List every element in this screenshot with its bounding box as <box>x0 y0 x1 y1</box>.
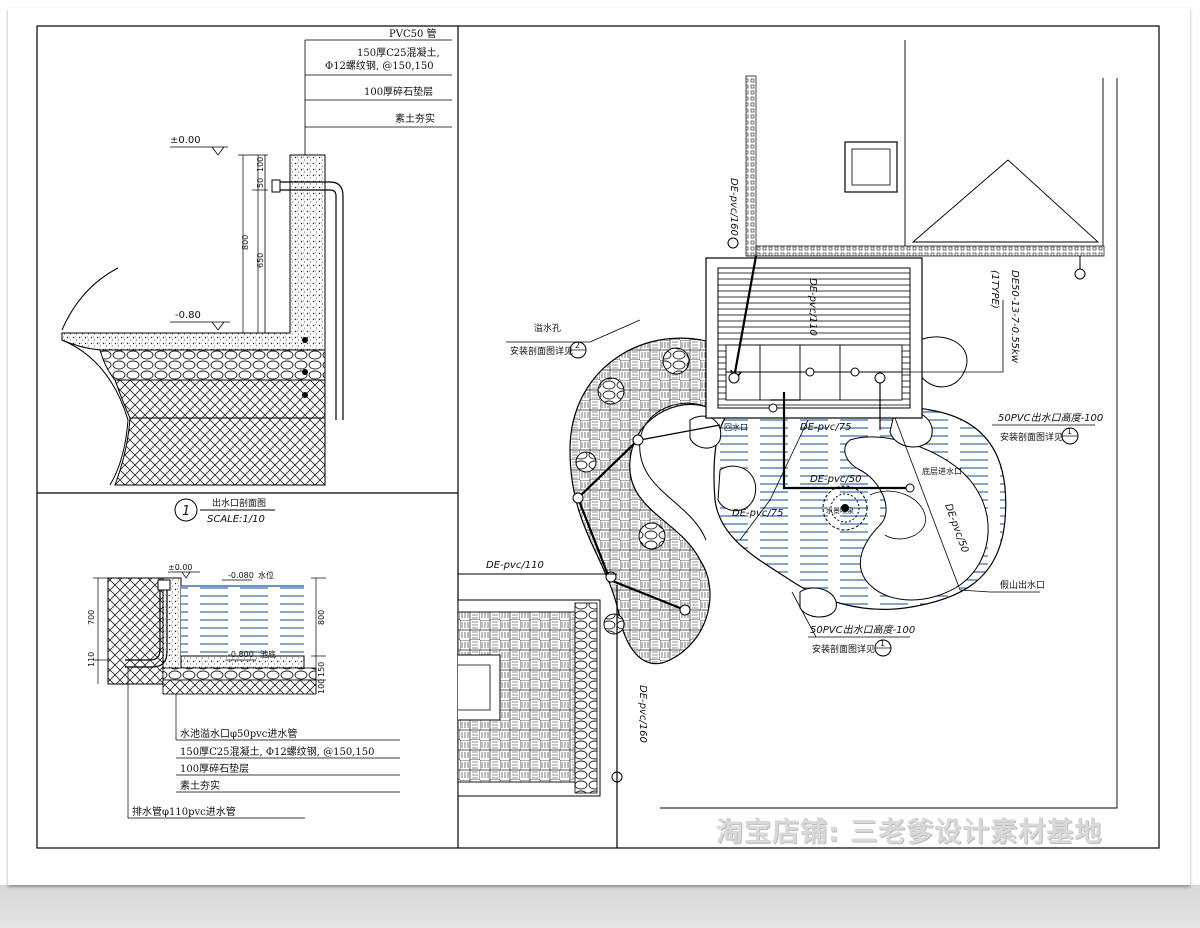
label-concrete-1: 150厚C25混凝土, <box>357 46 440 59</box>
outlet-label-1: 50PVC出水口高度-100 <box>998 412 1103 424</box>
dim-50-top: 50 <box>256 178 265 188</box>
pool-section-detail <box>93 571 400 819</box>
pond-plan <box>457 40 1118 848</box>
level-minus-top: -0.80 <box>175 310 201 321</box>
rockery-label: 假山出水口 <box>1000 579 1045 591</box>
label-gravel-bottom: 100厚碎石垫层 <box>180 762 249 775</box>
label-gravel: 100厚碎石垫层 <box>364 85 433 98</box>
detail-num-1a: 1 <box>1067 427 1072 436</box>
title-text: 出水口剖面图 <box>212 497 266 509</box>
label-drain: 排水管φ110pvc进水管 <box>132 805 236 818</box>
pipe-de110-mid: DE-pvc/110 <box>807 278 818 336</box>
outlet-label-2: 50PVC出水口高度-100 <box>810 624 915 636</box>
pump-label-1: DE50-13-7-0.55kw <box>1009 270 1020 364</box>
label-soil-bottom: 素土夯实 <box>180 779 220 792</box>
pipe-de75-b: DE-pvc/75 <box>732 508 783 519</box>
cad-drawing: PVC50 管 150厚C25混凝土, Φ12螺纹钢, @150,150 100… <box>36 25 1160 849</box>
dim-700: 700 <box>87 610 96 625</box>
level-zero-bottom: ±0.00 <box>168 563 193 572</box>
pipe-de75-a: DE-pvc/75 <box>800 422 851 433</box>
label-pvc-pipe: PVC50 管 <box>389 27 437 40</box>
title-number: 1 <box>182 504 190 519</box>
inlet-label-2: 回水口 <box>724 422 748 432</box>
detail-num-1b: 1 <box>880 639 885 648</box>
inlet-label: 底层进水口 <box>922 466 962 476</box>
watermark: 淘宝店铺: 三老爹设计素材基地 <box>716 817 1103 848</box>
pump-label-2: (1TYPE) <box>989 270 1000 309</box>
dim-150-bottom: 150 <box>317 662 326 677</box>
fountain-label: 水景喷泉 <box>826 506 854 515</box>
dim-800-top: 800 <box>241 235 250 250</box>
dim-800-bottom: 800 <box>317 610 326 625</box>
pipe-de50-b: DE-pvc/50 <box>810 474 861 485</box>
bottom-label: 池底 <box>260 649 276 659</box>
pipe-de160-top: DE-pvc/160 <box>728 178 739 236</box>
label-concrete-2: Φ12螺纹钢, @150,150 <box>325 59 434 72</box>
dim-100-top: 100 <box>256 157 265 172</box>
dim-110: 110 <box>87 652 96 667</box>
water-label: 水位 <box>258 570 274 580</box>
scale-text: SCALE:1/10 <box>207 514 265 525</box>
label-concrete-bottom: 150厚C25混凝土, Φ12螺纹钢, @150,150 <box>180 745 374 758</box>
pipe-de160-bottom: DE-pvc/160 <box>637 685 648 743</box>
dim-100-bottom: 100 <box>317 679 326 694</box>
level-bottom-bottom: -0.800 <box>228 650 254 659</box>
level-zero-top: ±0.00 <box>170 135 201 146</box>
label-soil: 素土夯实 <box>395 112 435 125</box>
label-inlet: 水池溢水口φ50pvc进水管 <box>180 727 297 740</box>
level-water-bottom: -0.080 <box>228 571 254 580</box>
pipe-de110-left: DE-pvc/110 <box>486 560 544 571</box>
dim-650-top: 650 <box>256 253 265 268</box>
detail-num-2: 2 <box>575 341 580 350</box>
detail-ref-2: 安装剖面图详见 <box>510 345 573 357</box>
detail-ref-1a: 安装剖面图详见 <box>1000 431 1063 443</box>
detail-ref-1b: 安装剖面图详见 <box>812 643 875 655</box>
overflow-label: 溢水孔 <box>534 322 561 334</box>
